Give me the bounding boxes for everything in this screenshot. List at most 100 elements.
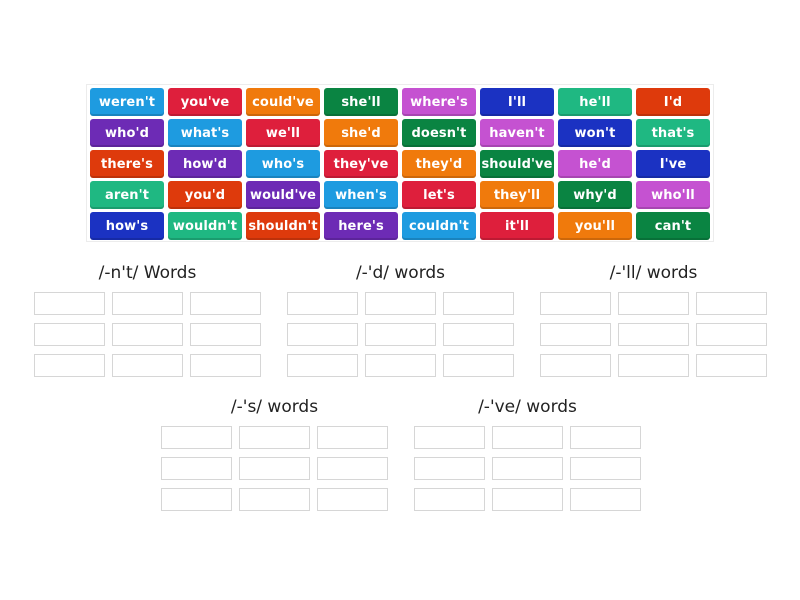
drop-slot[interactable] [414, 426, 485, 449]
word-tile[interactable]: I've [636, 150, 710, 178]
drop-slot[interactable] [570, 457, 641, 480]
drop-slot[interactable] [287, 354, 358, 377]
group-ve-words: /-'ve/ words [414, 396, 641, 511]
group-title: /-'d/ words [355, 263, 446, 283]
group-title: /-'ll/ words [609, 263, 698, 283]
word-tile[interactable]: who's [246, 150, 320, 178]
word-tile[interactable]: we'll [246, 119, 320, 147]
word-tile[interactable]: she'd [324, 119, 398, 147]
drop-zone-grid [287, 292, 514, 377]
drop-slot[interactable] [696, 323, 767, 346]
drop-slot[interactable] [414, 457, 485, 480]
drop-slot[interactable] [492, 426, 563, 449]
drop-slot[interactable] [570, 488, 641, 511]
drop-slot[interactable] [287, 292, 358, 315]
word-tile[interactable]: should've [480, 150, 554, 178]
drop-slot[interactable] [239, 457, 310, 480]
drop-slot[interactable] [365, 323, 436, 346]
drop-slot[interactable] [190, 323, 261, 346]
word-tile[interactable]: I'll [480, 88, 554, 116]
group-title: /-n't/ Words [98, 263, 197, 283]
drop-slot[interactable] [492, 488, 563, 511]
drop-slot[interactable] [287, 323, 358, 346]
word-tile[interactable]: when's [324, 181, 398, 209]
drop-slot[interactable] [161, 457, 232, 480]
word-tile[interactable]: where's [402, 88, 476, 116]
word-tile[interactable]: can't [636, 212, 710, 240]
drop-slot[interactable] [34, 323, 105, 346]
drop-slot[interactable] [161, 488, 232, 511]
drop-slot[interactable] [112, 292, 183, 315]
word-tile[interactable]: wouldn't [168, 212, 242, 240]
group-ll-words: /-'ll/ words [540, 262, 767, 377]
word-tile[interactable]: why'd [558, 181, 632, 209]
drop-slot[interactable] [112, 323, 183, 346]
drop-slot[interactable] [696, 354, 767, 377]
word-tile[interactable]: shouldn't [246, 212, 320, 240]
drop-slot[interactable] [570, 426, 641, 449]
word-tile[interactable]: aren't [90, 181, 164, 209]
word-tile[interactable]: let's [402, 181, 476, 209]
word-tile[interactable]: won't [558, 119, 632, 147]
drop-slot[interactable] [190, 292, 261, 315]
drop-slot[interactable] [540, 292, 611, 315]
drop-slot[interactable] [317, 426, 388, 449]
drop-slot[interactable] [443, 354, 514, 377]
word-tile[interactable]: here's [324, 212, 398, 240]
drop-slot[interactable] [317, 488, 388, 511]
drop-slot[interactable] [618, 323, 689, 346]
word-tile[interactable]: he'd [558, 150, 632, 178]
word-tile[interactable]: that's [636, 119, 710, 147]
drop-slot[interactable] [161, 426, 232, 449]
word-tile[interactable]: it'll [480, 212, 554, 240]
word-tile[interactable]: could've [246, 88, 320, 116]
drop-zone-grid [414, 426, 641, 511]
word-tile[interactable]: haven't [480, 119, 554, 147]
drop-slot[interactable] [365, 292, 436, 315]
word-tile[interactable]: would've [246, 181, 320, 209]
tile-grid: weren't you've could've she'll where's I'll he… [90, 88, 710, 240]
drop-slot[interactable] [540, 323, 611, 346]
word-tile[interactable]: there's [90, 150, 164, 178]
group-d-words: /-'d/ words [287, 262, 514, 377]
drop-slot[interactable] [34, 354, 105, 377]
word-tile[interactable]: you'll [558, 212, 632, 240]
word-tile[interactable]: he'll [558, 88, 632, 116]
word-tile[interactable]: I'd [636, 88, 710, 116]
word-tile[interactable]: couldn't [402, 212, 476, 240]
drop-slot[interactable] [414, 488, 485, 511]
drop-slot[interactable] [190, 354, 261, 377]
drop-zone-grid [540, 292, 767, 377]
drop-slot[interactable] [618, 292, 689, 315]
word-tile[interactable]: weren't [90, 88, 164, 116]
drop-slot[interactable] [239, 488, 310, 511]
word-tile[interactable]: you've [168, 88, 242, 116]
drop-slot[interactable] [696, 292, 767, 315]
word-tile[interactable]: they'd [402, 150, 476, 178]
drop-slot[interactable] [365, 354, 436, 377]
drop-slot[interactable] [492, 457, 563, 480]
word-tile[interactable]: doesn't [402, 119, 476, 147]
word-tile[interactable]: they've [324, 150, 398, 178]
drop-zone-grid [34, 292, 261, 377]
drop-slot[interactable] [443, 323, 514, 346]
drop-slot[interactable] [239, 426, 310, 449]
drop-slot[interactable] [443, 292, 514, 315]
word-tile[interactable]: they'll [480, 181, 554, 209]
group-s-words: /-'s/ words [161, 396, 388, 511]
word-tile[interactable]: how's [90, 212, 164, 240]
word-tile[interactable]: she'll [324, 88, 398, 116]
word-tile[interactable]: what's [168, 119, 242, 147]
word-tile-bank: weren't you've could've she'll where's I'll he… [86, 84, 714, 242]
drop-slot[interactable] [317, 457, 388, 480]
word-tile[interactable]: how'd [168, 150, 242, 178]
word-tile[interactable]: who'd [90, 119, 164, 147]
drop-slot[interactable] [540, 354, 611, 377]
drop-zone-grid [161, 426, 388, 511]
word-tile[interactable]: you'd [168, 181, 242, 209]
drop-slot[interactable] [112, 354, 183, 377]
word-tile[interactable]: who'll [636, 181, 710, 209]
drop-slot[interactable] [34, 292, 105, 315]
drop-slot[interactable] [618, 354, 689, 377]
group-nt-words: /-n't/ Words [34, 262, 261, 377]
